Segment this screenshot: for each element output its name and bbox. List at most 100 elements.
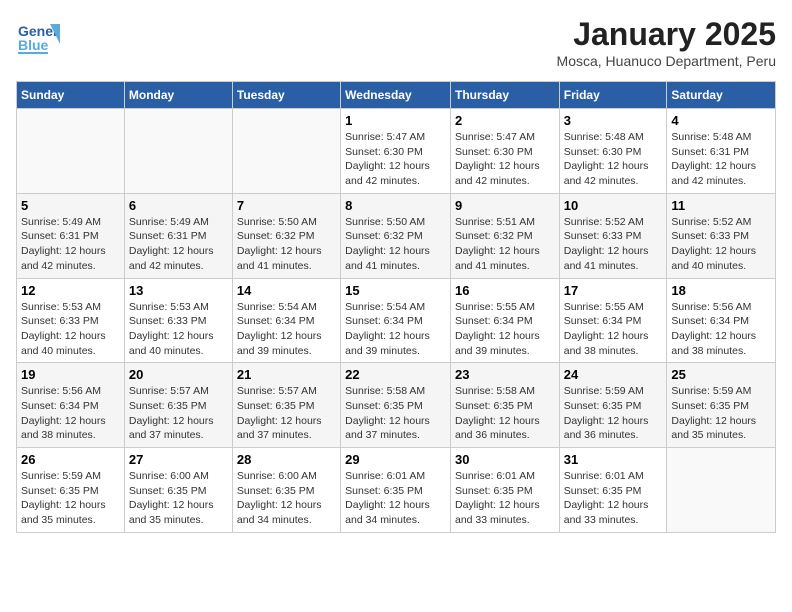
day-number: 2: [455, 113, 555, 128]
calendar-title: January 2025: [557, 16, 776, 53]
day-info: Sunrise: 5:56 AM Sunset: 6:34 PM Dayligh…: [671, 300, 771, 359]
calendar-day: 7 Sunrise: 5:50 AM Sunset: 6:32 PM Daylig…: [232, 193, 340, 278]
day-info: Sunrise: 6:01 AM Sunset: 6:35 PM Dayligh…: [564, 469, 663, 528]
day-info: Sunrise: 5:56 AM Sunset: 6:34 PM Dayligh…: [21, 384, 120, 443]
logo-icon: General Blue: [16, 16, 60, 60]
calendar-day: 2 Sunrise: 5:47 AM Sunset: 6:30 PM Daylig…: [450, 109, 559, 194]
dow-header: Monday: [124, 82, 232, 109]
day-info: Sunrise: 5:57 AM Sunset: 6:35 PM Dayligh…: [237, 384, 336, 443]
day-number: 6: [129, 198, 228, 213]
logo: General Blue: [16, 16, 60, 60]
calendar-day: 1 Sunrise: 5:47 AM Sunset: 6:30 PM Daylig…: [341, 109, 451, 194]
dow-header: Sunday: [17, 82, 125, 109]
day-number: 15: [345, 283, 446, 298]
calendar-day: [667, 448, 776, 533]
calendar-table: SundayMondayTuesdayWednesdayThursdayFrid…: [16, 81, 776, 533]
calendar-day: 17 Sunrise: 5:55 AM Sunset: 6:34 PM Dayli…: [559, 278, 667, 363]
day-info: Sunrise: 5:50 AM Sunset: 6:32 PM Dayligh…: [345, 215, 446, 274]
day-info: Sunrise: 5:55 AM Sunset: 6:34 PM Dayligh…: [455, 300, 555, 359]
day-number: 16: [455, 283, 555, 298]
day-number: 9: [455, 198, 555, 213]
day-number: 30: [455, 452, 555, 467]
day-info: Sunrise: 5:57 AM Sunset: 6:35 PM Dayligh…: [129, 384, 228, 443]
calendar-day: 11 Sunrise: 5:52 AM Sunset: 6:33 PM Dayli…: [667, 193, 776, 278]
day-info: Sunrise: 5:47 AM Sunset: 6:30 PM Dayligh…: [345, 130, 446, 189]
day-number: 5: [21, 198, 120, 213]
day-info: Sunrise: 5:59 AM Sunset: 6:35 PM Dayligh…: [671, 384, 771, 443]
calendar-day: [17, 109, 125, 194]
day-info: Sunrise: 6:00 AM Sunset: 6:35 PM Dayligh…: [237, 469, 336, 528]
calendar-day: 28 Sunrise: 6:00 AM Sunset: 6:35 PM Dayli…: [232, 448, 340, 533]
calendar-day: 29Sunrise: 6:01 AM Sunset: 6:35 PM Dayli…: [341, 448, 451, 533]
day-number: 22: [345, 367, 446, 382]
calendar-week-row: 1 Sunrise: 5:47 AM Sunset: 6:30 PM Daylig…: [17, 109, 776, 194]
day-info: Sunrise: 5:52 AM Sunset: 6:33 PM Dayligh…: [671, 215, 771, 274]
day-info: Sunrise: 5:58 AM Sunset: 6:35 PM Dayligh…: [455, 384, 555, 443]
calendar-day: 10 Sunrise: 5:52 AM Sunset: 6:33 PM Dayli…: [559, 193, 667, 278]
day-info: Sunrise: 5:53 AM Sunset: 6:33 PM Dayligh…: [129, 300, 228, 359]
day-info: Sunrise: 5:48 AM Sunset: 6:30 PM Dayligh…: [564, 130, 663, 189]
day-info: Sunrise: 5:55 AM Sunset: 6:34 PM Dayligh…: [564, 300, 663, 359]
day-number: 18: [671, 283, 771, 298]
day-number: 3: [564, 113, 663, 128]
day-number: 23: [455, 367, 555, 382]
day-info: Sunrise: 5:54 AM Sunset: 6:34 PM Dayligh…: [345, 300, 446, 359]
calendar-day: 5 Sunrise: 5:49 AM Sunset: 6:31 PM Daylig…: [17, 193, 125, 278]
calendar-day: [124, 109, 232, 194]
calendar-day: 22 Sunrise: 5:58 AM Sunset: 6:35 PM Dayli…: [341, 363, 451, 448]
calendar-day: 9 Sunrise: 5:51 AM Sunset: 6:32 PM Daylig…: [450, 193, 559, 278]
calendar-week-row: 5 Sunrise: 5:49 AM Sunset: 6:31 PM Daylig…: [17, 193, 776, 278]
calendar-week-row: 26 Sunrise: 5:59 AM Sunset: 6:35 PM Dayli…: [17, 448, 776, 533]
day-info: Sunrise: 5:58 AM Sunset: 6:35 PM Dayligh…: [345, 384, 446, 443]
calendar-day: 12Sunrise: 5:53 AM Sunset: 6:33 PM Dayli…: [17, 278, 125, 363]
calendar-day: 21 Sunrise: 5:57 AM Sunset: 6:35 PM Dayli…: [232, 363, 340, 448]
day-number: 13: [129, 283, 228, 298]
calendar-day: 19 Sunrise: 5:56 AM Sunset: 6:34 PM Dayli…: [17, 363, 125, 448]
day-number: 10: [564, 198, 663, 213]
day-info: Sunrise: 5:49 AM Sunset: 6:31 PM Dayligh…: [129, 215, 228, 274]
calendar-body: 1 Sunrise: 5:47 AM Sunset: 6:30 PM Daylig…: [17, 109, 776, 533]
day-info: Sunrise: 6:00 AM Sunset: 6:35 PM Dayligh…: [129, 469, 228, 528]
calendar-day: 23 Sunrise: 5:58 AM Sunset: 6:35 PM Dayli…: [450, 363, 559, 448]
day-number: 24: [564, 367, 663, 382]
calendar-day: 3 Sunrise: 5:48 AM Sunset: 6:30 PM Daylig…: [559, 109, 667, 194]
day-number: 7: [237, 198, 336, 213]
day-info: Sunrise: 5:48 AM Sunset: 6:31 PM Dayligh…: [671, 130, 771, 189]
day-number: 19: [21, 367, 120, 382]
day-number: 26: [21, 452, 120, 467]
calendar-day: 31Sunrise: 6:01 AM Sunset: 6:35 PM Dayli…: [559, 448, 667, 533]
day-number: 1: [345, 113, 446, 128]
calendar-day: 30Sunrise: 6:01 AM Sunset: 6:35 PM Dayli…: [450, 448, 559, 533]
day-info: Sunrise: 5:52 AM Sunset: 6:33 PM Dayligh…: [564, 215, 663, 274]
day-number: 21: [237, 367, 336, 382]
calendar-day: 16 Sunrise: 5:55 AM Sunset: 6:34 PM Dayli…: [450, 278, 559, 363]
day-number: 20: [129, 367, 228, 382]
calendar-day: 6 Sunrise: 5:49 AM Sunset: 6:31 PM Daylig…: [124, 193, 232, 278]
day-number: 11: [671, 198, 771, 213]
day-number: 27: [129, 452, 228, 467]
day-number: 29: [345, 452, 446, 467]
title-area: January 2025 Mosca, Huanuco Department, …: [557, 16, 776, 69]
day-info: Sunrise: 5:59 AM Sunset: 6:35 PM Dayligh…: [564, 384, 663, 443]
day-info: Sunrise: 5:47 AM Sunset: 6:30 PM Dayligh…: [455, 130, 555, 189]
day-info: Sunrise: 5:50 AM Sunset: 6:32 PM Dayligh…: [237, 215, 336, 274]
calendar-day: 8Sunrise: 5:50 AM Sunset: 6:32 PM Daylig…: [341, 193, 451, 278]
calendar-day: 14Sunrise: 5:54 AM Sunset: 6:34 PM Dayli…: [232, 278, 340, 363]
day-number: 17: [564, 283, 663, 298]
day-number: 14: [237, 283, 336, 298]
calendar-day: 26 Sunrise: 5:59 AM Sunset: 6:35 PM Dayli…: [17, 448, 125, 533]
dow-header: Tuesday: [232, 82, 340, 109]
day-info: Sunrise: 5:59 AM Sunset: 6:35 PM Dayligh…: [21, 469, 120, 528]
calendar-day: 4Sunrise: 5:48 AM Sunset: 6:31 PM Daylig…: [667, 109, 776, 194]
dow-header: Saturday: [667, 82, 776, 109]
day-number: 12: [21, 283, 120, 298]
days-of-week-row: SundayMondayTuesdayWednesdayThursdayFrid…: [17, 82, 776, 109]
calendar-day: 25Sunrise: 5:59 AM Sunset: 6:35 PM Dayli…: [667, 363, 776, 448]
day-info: Sunrise: 5:51 AM Sunset: 6:32 PM Dayligh…: [455, 215, 555, 274]
day-number: 28: [237, 452, 336, 467]
day-info: Sunrise: 5:49 AM Sunset: 6:31 PM Dayligh…: [21, 215, 120, 274]
dow-header: Wednesday: [341, 82, 451, 109]
calendar-day: 20 Sunrise: 5:57 AM Sunset: 6:35 PM Dayli…: [124, 363, 232, 448]
dow-header: Thursday: [450, 82, 559, 109]
calendar-day: 15 Sunrise: 5:54 AM Sunset: 6:34 PM Dayli…: [341, 278, 451, 363]
